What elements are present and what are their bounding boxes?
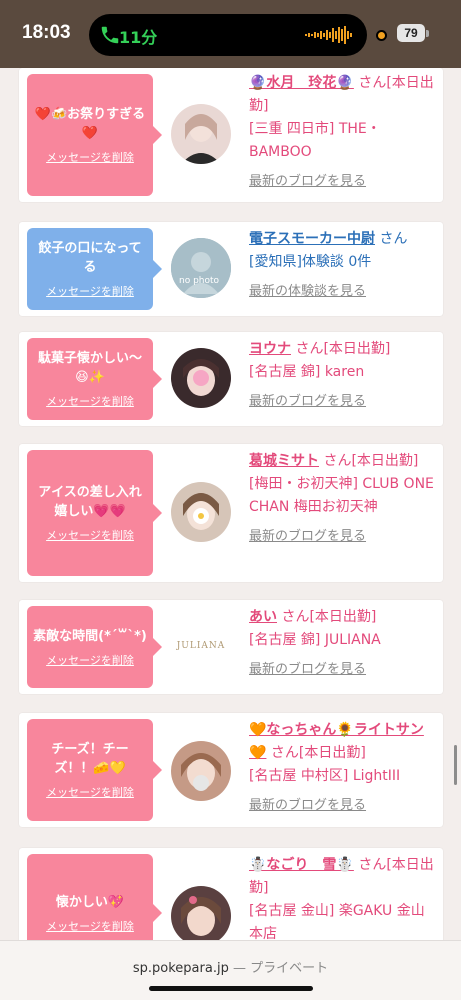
girl-name-link[interactable]: ヨウナ: [249, 341, 291, 357]
review-count: [愛知県]体験談 0件: [249, 254, 372, 270]
message-text: ❤️🍻お祭りすぎる❤️: [34, 107, 146, 141]
message-text: 駄菓子懐かしい〜😆✨: [37, 351, 142, 385]
url-separator: —: [228, 961, 251, 976]
avatar[interactable]: [171, 886, 231, 946]
status-bar: 18:03 11分 79: [0, 0, 461, 68]
message-text: 素敵な時間(*´꒳`*): [33, 628, 147, 644]
work-status: [本日出勤]: [309, 609, 377, 625]
shop-logo-text: JULIANA: [176, 641, 226, 651]
no-photo-label: no photo: [179, 276, 220, 286]
girl-name-link[interactable]: 🔮水月 玲花🔮: [249, 75, 354, 91]
avatar[interactable]: [171, 482, 231, 542]
message-bubble: ❤️🍻お祭りすぎる❤️ メッセージを削除: [27, 74, 162, 196]
private-mode-label: プライベート: [250, 961, 329, 976]
honorific: さん: [295, 341, 324, 357]
delete-message-link[interactable]: メッセージを削除: [33, 652, 147, 668]
honorific: さん: [358, 857, 387, 873]
list-item: チーズ！チーズ！！🧀💛 メッセージを削除 🧡なっちゃん🌻ライトサン🧡 さん[本日…: [19, 713, 443, 827]
avatar[interactable]: no photo: [171, 238, 231, 298]
profile-info: 葛城ミサト さん[本日出勤] [梅田・お初天神] CLUB ONE CHAN 梅…: [249, 450, 435, 548]
latest-blog-link[interactable]: 最新のブログを見る: [249, 658, 435, 681]
list-item: ❤️🍻お祭りすぎる❤️ メッセージを削除 🔮水月 玲花🔮 さん[本日出勤] [三…: [19, 68, 443, 202]
honorific: さん: [379, 231, 408, 247]
avatar[interactable]: [171, 741, 231, 801]
message-bubble: 駄菓子懐かしい〜😆✨ メッセージを削除: [27, 338, 162, 420]
delete-message-link[interactable]: メッセージを削除: [33, 283, 147, 299]
list-item: 餃子の口になってる メッセージを削除 no photo 電子スモーカー中尉 さん…: [19, 222, 443, 316]
message-text: 餃子の口になってる: [38, 241, 142, 275]
latest-blog-link[interactable]: 最新のブログを見る: [249, 525, 435, 548]
honorific: さん: [281, 609, 310, 625]
latest-blog-link[interactable]: 最新のブログを見る: [249, 794, 435, 817]
phone-icon: [101, 26, 119, 44]
message-text: 懐かしい💖: [55, 894, 125, 910]
latest-blog-link[interactable]: 最新のブログを見る: [249, 170, 435, 193]
delete-message-link[interactable]: メッセージを削除: [33, 527, 147, 543]
work-status: [本日出勤]: [351, 453, 419, 469]
delete-message-link[interactable]: メッセージを削除: [33, 149, 147, 165]
latest-review-link[interactable]: 最新の体験談を見る: [249, 280, 435, 303]
call-duration: 11分: [119, 28, 158, 47]
user-name-link[interactable]: 電子スモーカー中尉: [249, 231, 375, 247]
message-text: アイスの差し入れ嬉しい💗💗: [38, 485, 142, 519]
battery-tip: [426, 30, 429, 37]
shop-location[interactable]: [名古屋 中村区] LightIII: [249, 765, 435, 788]
message-bubble: チーズ！チーズ！！🧀💛 メッセージを削除: [27, 719, 162, 821]
avatar[interactable]: [171, 348, 231, 408]
honorific: さん: [358, 75, 387, 91]
message-bubble: アイスの差し入れ嬉しい💗💗 メッセージを削除: [27, 450, 162, 576]
clock: 18:03: [22, 22, 71, 43]
message-bubble: 餃子の口になってる メッセージを削除: [27, 228, 162, 310]
url-domain: sp.pokepara.jp: [132, 961, 229, 976]
shop-logo[interactable]: JULIANA: [169, 616, 233, 676]
shop-location[interactable]: [梅田・お初天神] CLUB ONE CHAN 梅田お初天神: [249, 473, 435, 519]
girl-name-link[interactable]: ☃️なごり 雪☃️: [249, 857, 354, 873]
girl-name-link[interactable]: 葛城ミサト: [249, 453, 319, 469]
work-status: [本日出勤]: [298, 745, 366, 761]
profile-info: あい さん[本日出勤] [名古屋 錦] JULIANA 最新のブログを見る: [249, 606, 435, 681]
girl-name-link[interactable]: あい: [249, 609, 277, 625]
profile-info: 🧡なっちゃん🌻ライトサン🧡 さん[本日出勤] [名古屋 中村区] LightII…: [249, 719, 435, 817]
delete-message-link[interactable]: メッセージを削除: [33, 393, 147, 409]
message-bubble: 素敵な時間(*´꒳`*) メッセージを削除: [27, 606, 162, 688]
list-item: 素敵な時間(*´꒳`*) メッセージを削除 JULIANA あい さん[本日出勤…: [19, 600, 443, 694]
avatar[interactable]: [171, 104, 231, 164]
delete-message-link[interactable]: メッセージを削除: [33, 784, 147, 800]
honorific: さん: [270, 745, 299, 761]
url-text[interactable]: sp.pokepara.jp — プライベート: [0, 957, 461, 976]
home-indicator[interactable]: [149, 986, 313, 991]
message-text: チーズ！チーズ！！🧀💛: [51, 742, 129, 776]
scrollbar[interactable]: [454, 745, 457, 785]
delete-message-link[interactable]: メッセージを削除: [33, 918, 147, 934]
profile-info: ☃️なごり 雪☃️ さん[本日出勤] [名古屋 金山] 楽GAKU 金山本店: [249, 854, 435, 946]
work-status: [本日出勤]: [323, 341, 391, 357]
shop-location[interactable]: [名古屋 錦] JULIANA: [249, 629, 435, 652]
honorific: さん: [323, 453, 352, 469]
list-item: アイスの差し入れ嬉しい💗💗 メッセージを削除 葛城ミサト さん[本日出勤] [梅…: [19, 444, 443, 582]
profile-info: 電子スモーカー中尉 さん [愛知県]体験談 0件 最新の体験談を見る: [249, 228, 435, 303]
mic-indicator-icon: [376, 30, 387, 41]
battery-icon: 79: [397, 24, 425, 42]
profile-info: ヨウナ さん[本日出勤] [名古屋 錦] karen 最新のブログを見る: [249, 338, 435, 413]
browser-url-bar[interactable]: sp.pokepara.jp — プライベート: [0, 940, 461, 1000]
list-item: 駄菓子懐かしい〜😆✨ メッセージを削除 ヨウナ さん[本日出勤] [名古屋 錦]…: [19, 332, 443, 426]
audio-wave-icon: [305, 26, 352, 44]
dynamic-island[interactable]: 11分: [89, 14, 367, 56]
latest-blog-link[interactable]: 最新のブログを見る: [249, 390, 435, 413]
shop-location[interactable]: [三重 四日市] THE・BAMBOO: [249, 118, 435, 164]
profile-info: 🔮水月 玲花🔮 さん[本日出勤] [三重 四日市] THE・BAMBOO 最新の…: [249, 72, 435, 193]
shop-location[interactable]: [名古屋 錦] karen: [249, 361, 435, 384]
